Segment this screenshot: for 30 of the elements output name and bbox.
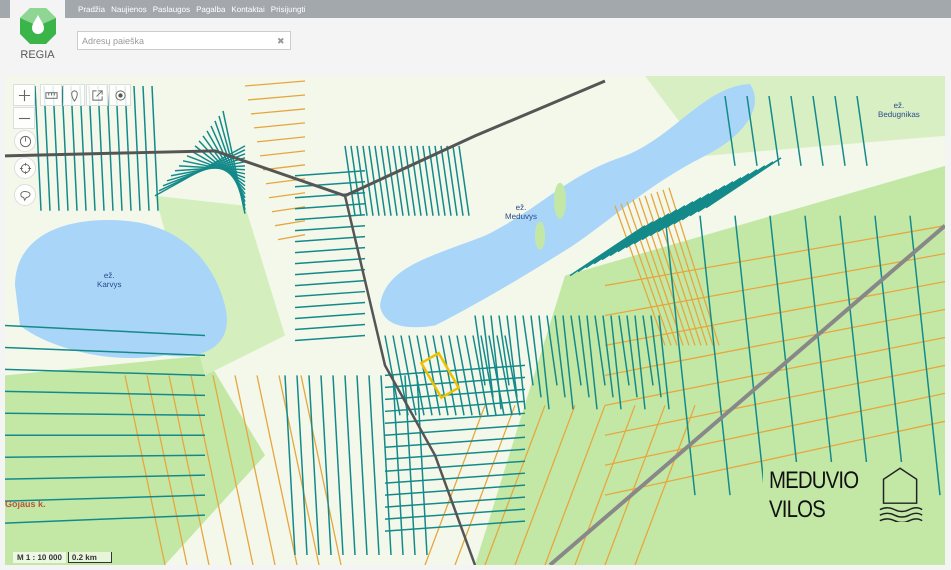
place-label: ež. Bedugnikas xyxy=(878,102,920,120)
scale-ratio: M 1 : 10 000 xyxy=(13,552,66,563)
share-icon xyxy=(90,88,104,102)
brand-text: VILOS xyxy=(769,495,826,524)
crosshair-icon xyxy=(18,162,32,174)
nav-link[interactable]: Pradžia xyxy=(78,4,106,14)
scale-bar: 0.2 km xyxy=(68,552,112,563)
measure-button[interactable] xyxy=(40,84,62,106)
target-icon xyxy=(114,88,126,102)
zoom-out-button[interactable] xyxy=(13,107,35,129)
locate-button[interactable] xyxy=(109,84,131,106)
search-field[interactable]: Adresų paieška ✖ xyxy=(77,31,291,50)
nav-link[interactable]: Paslaugos xyxy=(152,4,190,14)
clear-icon[interactable]: ✖ xyxy=(277,36,290,46)
house-waves-icon xyxy=(878,466,924,522)
place-label: ež. Meduvys xyxy=(505,204,538,222)
brand-text: MEDUVIO xyxy=(769,466,858,495)
nav-link[interactable]: Prisijungti xyxy=(270,4,306,14)
nav-link[interactable]: Pagalba xyxy=(196,4,226,14)
nav-link[interactable]: Naujienos xyxy=(111,4,147,14)
share-button[interactable] xyxy=(86,84,108,106)
clock-icon xyxy=(18,134,32,148)
zoom-in-button[interactable] xyxy=(13,84,35,106)
logo-icon xyxy=(18,6,58,46)
place-label: Gojaus k. xyxy=(5,500,46,510)
logo-text: REGIA xyxy=(20,49,55,61)
place-label: ež. Karvys xyxy=(97,272,122,290)
pin-button[interactable] xyxy=(63,84,85,106)
plus-icon xyxy=(18,88,30,102)
nav-link[interactable]: Kontaktai xyxy=(231,4,265,14)
